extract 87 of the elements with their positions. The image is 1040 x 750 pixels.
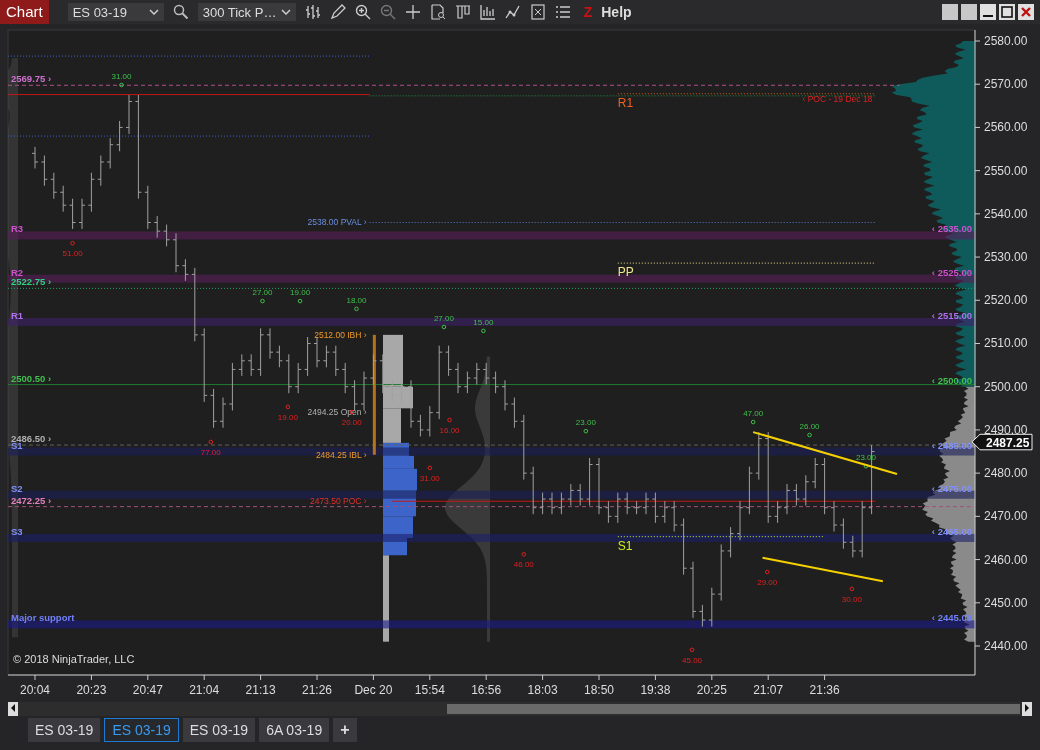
level-label: 2500.50 ›	[11, 372, 52, 384]
axis-label: 2510.00	[984, 336, 1028, 351]
axis-label: 2470.00	[984, 509, 1028, 524]
axis-label: 2440.00	[984, 639, 1028, 653]
level-label: 2538.00 PVAL ›	[307, 217, 367, 228]
caret-icon	[148, 9, 159, 15]
level-label: 2522.75 ›	[11, 276, 52, 288]
axis-label: 2480.00	[984, 466, 1028, 481]
level-label: Major support	[11, 612, 75, 624]
caret-icon	[280, 9, 291, 15]
chart-title[interactable]: Chart	[0, 0, 49, 24]
help-menu[interactable]: Help	[601, 4, 632, 20]
crosshair-icon[interactable]	[404, 4, 421, 20]
bar-style-icon[interactable]	[304, 4, 321, 20]
axis-label: 2460.00	[984, 552, 1028, 567]
trend-line[interactable]	[752, 431, 898, 475]
time-label: 16:56	[471, 683, 502, 697]
level-label: R1	[11, 309, 24, 321]
minimize-icon[interactable]	[980, 4, 996, 20]
time-label: 21:07	[753, 683, 784, 697]
level-label: 2473.50 POC ›	[309, 496, 367, 507]
level-label: PP	[617, 265, 634, 280]
scroll-right-icon[interactable]	[1022, 702, 1032, 716]
time-label: 21:36	[809, 683, 840, 697]
axis-label: 2540.00	[984, 206, 1028, 221]
level-label: ‹ 2445.00	[931, 612, 972, 624]
axis-label: 2550.00	[984, 163, 1028, 178]
level-label: ‹ 2525.00	[931, 266, 972, 278]
level-label: S1	[617, 538, 633, 553]
scrollbar-thumb[interactable]	[447, 704, 1020, 714]
level-label: R3	[11, 223, 24, 235]
level-label: ‹ 2535.00	[931, 223, 972, 235]
axis-label: 2530.00	[984, 250, 1028, 265]
time-label: 21:04	[189, 683, 220, 697]
level-label: ‹ 2515.00	[931, 309, 972, 321]
axis-label: 2560.00	[984, 120, 1028, 135]
copyright-text: © 2018 NinjaTrader, LLC	[13, 653, 135, 665]
scroll-left-icon[interactable]	[8, 702, 18, 716]
time-label: 19:38	[640, 683, 671, 697]
chart-tab[interactable]: ES 03-19	[104, 718, 179, 742]
time-label: Dec 20	[354, 683, 393, 697]
time-label: 20:23	[76, 683, 107, 697]
horizontal-scrollbar[interactable]	[8, 702, 1032, 716]
chart-tab[interactable]: 6A 03-19	[259, 718, 330, 742]
level-label: R2	[11, 266, 24, 278]
indicator-icon[interactable]	[479, 4, 496, 20]
instrument-dropdown[interactable]: ES 03-19	[67, 3, 164, 21]
strategy-icon[interactable]	[504, 4, 521, 20]
axis-label: 2570.00	[984, 77, 1028, 92]
layout-icon[interactable]	[454, 4, 471, 20]
interval-dropdown[interactable]: 300 Tick P…	[197, 3, 296, 21]
maximize-icon[interactable]	[999, 4, 1015, 20]
time-label: 18:50	[584, 683, 614, 697]
time-label: 18:03	[527, 683, 558, 697]
level-label: ‹ POC - 19 Dec 18	[802, 93, 873, 104]
list-icon[interactable]	[554, 4, 571, 20]
add-tab-button[interactable]: +	[333, 718, 357, 742]
pencil-icon[interactable]	[329, 4, 346, 20]
zoom-in-icon[interactable]	[354, 4, 371, 20]
level-label: 2512.00 IBH ›	[314, 329, 367, 340]
time-label: 21:26	[302, 683, 332, 697]
level-label: 2472.25 ›	[11, 494, 52, 506]
document-search-icon[interactable]	[429, 4, 446, 20]
axis-label: 2450.00	[984, 595, 1028, 610]
time-label: 20:47	[132, 683, 163, 697]
axis-label: 2520.00	[984, 293, 1028, 308]
axis-label: 2500.00	[984, 379, 1028, 394]
volume-bar	[383, 516, 413, 538]
level-label: 2569.75 ›	[11, 73, 52, 85]
chart-tab[interactable]: ES 03-19	[182, 718, 256, 742]
chart-tab[interactable]: ES 03-19	[28, 718, 101, 742]
time-label: 21:13	[245, 683, 276, 697]
time-label: 20:04	[20, 683, 50, 697]
time-label: 20:25	[696, 683, 727, 697]
search-icon[interactable]	[172, 4, 189, 20]
time-label: 15:54	[414, 683, 445, 697]
zoom-out-icon[interactable]	[379, 4, 396, 20]
level-label: ‹ 2500.00	[931, 374, 972, 386]
last-price-marker: 2487.25	[971, 433, 1033, 451]
level-label: R1	[617, 95, 634, 110]
level-label: S2	[11, 482, 23, 494]
level-label: 2484.25 IBL ›	[315, 449, 367, 460]
close-icon[interactable]	[1018, 4, 1034, 20]
level-label: ‹ 2475.00	[931, 482, 972, 494]
level-label: S3	[11, 525, 23, 537]
axis-label: 2580.00	[984, 34, 1028, 48]
volume-bar	[383, 490, 416, 517]
